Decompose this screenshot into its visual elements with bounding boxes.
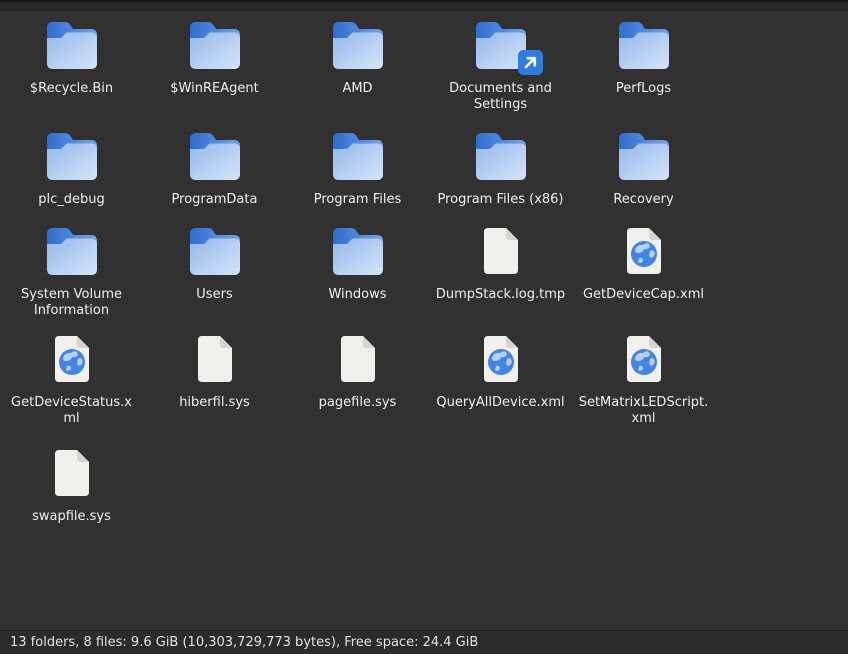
xml-document-icon (618, 333, 670, 385)
file-label: QueryAllDevice.xml (436, 395, 564, 411)
file-item-amd[interactable]: AMD (286, 11, 429, 97)
file-icon-view[interactable]: $Recycle.Bin $WinREAgent AMD Documents and … (0, 11, 848, 630)
folder-icon (46, 19, 98, 71)
document-icon (189, 333, 241, 385)
file-label: GetDeviceStatus.x ml (11, 395, 132, 427)
file-label: AMD (342, 81, 372, 97)
folder-icon (618, 130, 670, 182)
file-item-dumpstack-log-tmp[interactable]: DumpStack.log.tmp (429, 217, 572, 303)
xml-document-icon (475, 333, 527, 385)
icon-row: $Recycle.Bin $WinREAgent AMD Documents and … (0, 11, 848, 122)
folder-icon (189, 225, 241, 277)
document-icon (46, 447, 98, 499)
folder-icon (332, 225, 384, 277)
file-label: pagefile.sys (319, 395, 397, 411)
file-label: Program Files (x86) (437, 192, 563, 208)
document-icon (475, 225, 527, 277)
folder-icon (475, 130, 527, 182)
icon-row: swapfile.sys (0, 439, 848, 557)
xml-document-icon (618, 225, 670, 277)
file-label: Users (196, 287, 232, 303)
file-item-system-volume-information[interactable]: System Volume Information (0, 217, 143, 319)
file-item-windows[interactable]: Windows (286, 217, 429, 303)
file-item-users[interactable]: Users (143, 217, 286, 303)
file-label: hiberfil.sys (179, 395, 250, 411)
folder-icon (332, 130, 384, 182)
folder-icon (189, 130, 241, 182)
file-label: Documents and Settings (449, 81, 552, 113)
file-label: DumpStack.log.tmp (436, 287, 565, 303)
icon-row: System Volume Information Users Windows Dum… (0, 217, 848, 325)
file-label: swapfile.sys (32, 509, 111, 525)
file-label: SetMatrixLEDScript. xml (579, 395, 709, 427)
file-label: $WinREAgent (170, 81, 258, 97)
file-label: Program Files (314, 192, 402, 208)
file-item-documents-and-settings[interactable]: Documents and Settings (429, 11, 572, 113)
file-label: plc_debug (38, 192, 105, 208)
file-label: GetDeviceCap.xml (583, 287, 704, 303)
file-item-queryalldevice-xml[interactable]: QueryAllDevice.xml (429, 325, 572, 411)
file-item-getdevicecap-xml[interactable]: GetDeviceCap.xml (572, 217, 715, 303)
file-manager-window: $Recycle.Bin $WinREAgent AMD Documents and … (0, 0, 848, 654)
file-item-program-files-x86[interactable]: Program Files (x86) (429, 122, 572, 208)
folder-icon (475, 19, 527, 71)
window-top-edge (0, 0, 848, 11)
icon-row: plc_debug ProgramData Program Files Program… (0, 122, 848, 217)
folder-icon (46, 130, 98, 182)
folder-icon (46, 225, 98, 277)
file-item-recycle-bin[interactable]: $Recycle.Bin (0, 11, 143, 97)
document-icon (332, 333, 384, 385)
shortcut-arrow-icon (517, 49, 544, 76)
file-item-winreagent[interactable]: $WinREAgent (143, 11, 286, 97)
file-item-programdata[interactable]: ProgramData (143, 122, 286, 208)
file-label: Recovery (613, 192, 673, 208)
file-item-pagefile-sys[interactable]: pagefile.sys (286, 325, 429, 411)
status-bar: 13 folders, 8 files: 9.6 GiB (10,303,729… (0, 630, 848, 654)
file-label: Windows (328, 287, 386, 303)
file-item-plc-debug[interactable]: plc_debug (0, 122, 143, 208)
folder-icon (618, 19, 670, 71)
file-label: PerfLogs (616, 81, 671, 97)
folder-icon (332, 19, 384, 71)
file-label: $Recycle.Bin (30, 81, 113, 97)
xml-document-icon (46, 333, 98, 385)
status-text: 13 folders, 8 files: 9.6 GiB (10,303,729… (10, 635, 478, 650)
icon-row: GetDeviceStatus.x ml hiberfil.sys pagefile… (0, 325, 848, 439)
file-item-perflogs[interactable]: PerfLogs (572, 11, 715, 97)
folder-icon (189, 19, 241, 71)
file-item-setmatrixledscript-xml[interactable]: SetMatrixLEDScript. xml (572, 325, 715, 427)
file-label: ProgramData (172, 192, 258, 208)
file-item-recovery[interactable]: Recovery (572, 122, 715, 208)
file-item-hiberfil-sys[interactable]: hiberfil.sys (143, 325, 286, 411)
file-item-getdevicestatus-xml[interactable]: GetDeviceStatus.x ml (0, 325, 143, 427)
file-item-swapfile-sys[interactable]: swapfile.sys (0, 439, 143, 525)
file-item-program-files[interactable]: Program Files (286, 122, 429, 208)
file-label: System Volume Information (21, 287, 122, 319)
